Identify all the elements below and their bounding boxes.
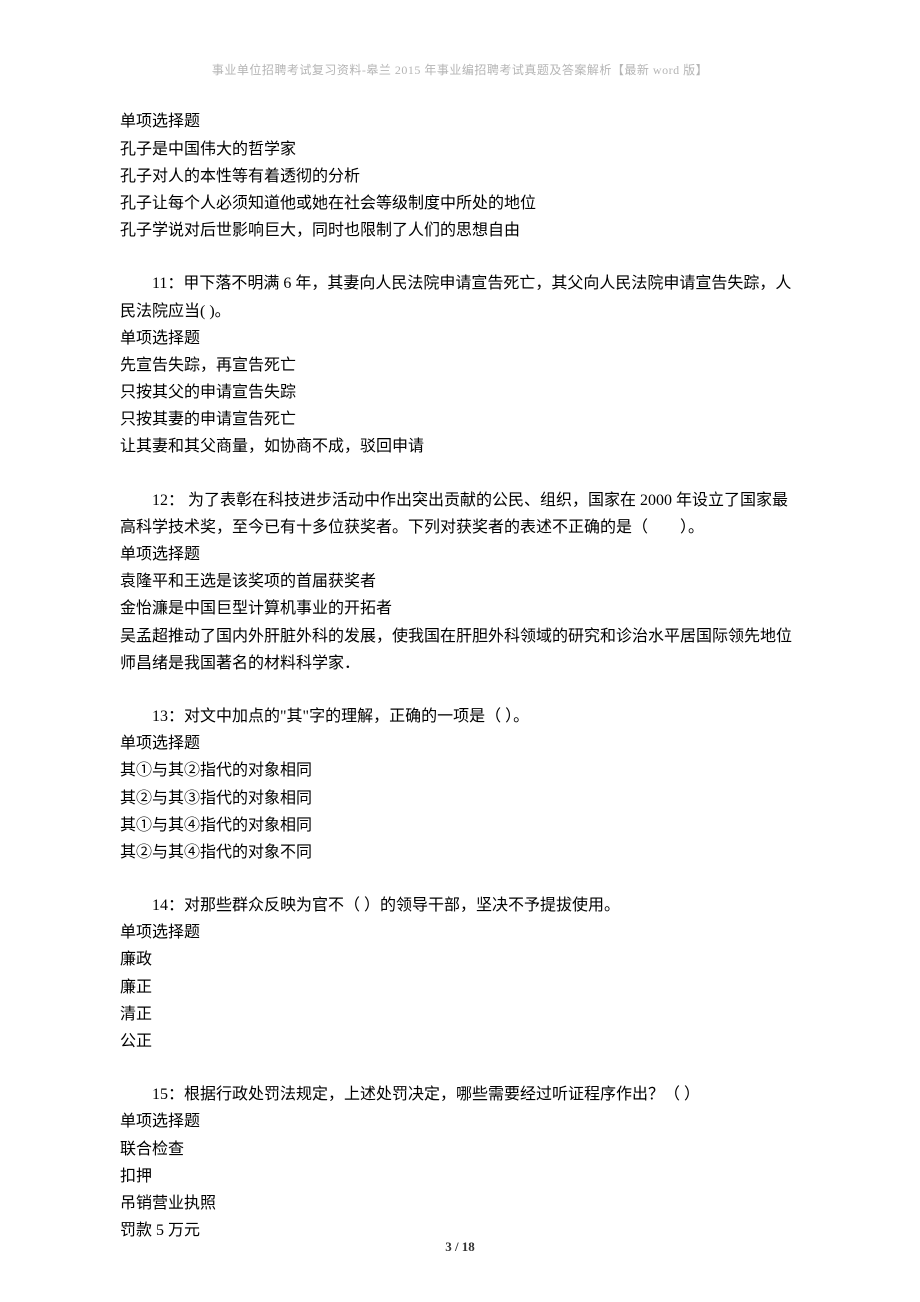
question-stem: 15：根据行政处罚法规定，上述处罚决定，哪些需要经过听证程序作出？（ ）: [120, 1081, 800, 1108]
option: 廉正: [120, 974, 800, 1001]
option: 师昌绪是我国著名的材料科学家．: [120, 650, 800, 677]
option: 吴孟超推动了国内外肝脏外科的发展，使我国在肝胆外科领域的研究和诊治水平居国际领先…: [120, 623, 800, 650]
question-stem: 14：对那些群众反映为官不（ ）的领导干部，坚决不予提拔使用。: [120, 892, 800, 919]
option: 孔子对人的本性等有着透彻的分析: [120, 163, 800, 190]
option: 袁隆平和王选是该奖项的首届获奖者: [120, 568, 800, 595]
page-number: 3 / 18: [0, 1236, 920, 1258]
option: 扣押: [120, 1163, 800, 1190]
page-header: 事业单位招聘考试复习资料-皋兰 2015 年事业编招聘考试真题及答案解析【最新 …: [120, 60, 800, 80]
question-12-block: 12： 为了表彰在科技进步活动中作出突出贡献的公民、组织，国家在 2000 年设…: [120, 487, 800, 677]
option: 公正: [120, 1028, 800, 1055]
option: 只按其妻的申请宣告死亡: [120, 406, 800, 433]
question-type: 单项选择题: [120, 541, 800, 568]
option: 其②与其③指代的对象相同: [120, 785, 800, 812]
option: 先宣告失踪，再宣告死亡: [120, 352, 800, 379]
option: 让其妻和其父商量，如协商不成，驳回申请: [120, 433, 800, 460]
question-type: 单项选择题: [120, 1108, 800, 1135]
question-type: 单项选择题: [120, 730, 800, 757]
question-stem: 13：对文中加点的"其"字的理解，正确的一项是（ ）。: [120, 703, 800, 730]
option: 孔子是中国伟大的哲学家: [120, 136, 800, 163]
question-stem: 11：甲下落不明满 6 年，其妻向人民法院申请宣告死亡，其父向人民法院申请宣告失…: [120, 270, 800, 324]
option: 其①与其④指代的对象相同: [120, 812, 800, 839]
option: 廉政: [120, 946, 800, 973]
option: 只按其父的申请宣告失踪: [120, 379, 800, 406]
question-type: 单项选择题: [120, 919, 800, 946]
question-10-block: 单项选择题 孔子是中国伟大的哲学家 孔子对人的本性等有着透彻的分析 孔子让每个人…: [120, 108, 800, 244]
option: 孔子学说对后世影响巨大，同时也限制了人们的思想自由: [120, 217, 800, 244]
option: 吊销营业执照: [120, 1190, 800, 1217]
option: 金怡濂是中国巨型计算机事业的开拓者: [120, 595, 800, 622]
document-body: 单项选择题 孔子是中国伟大的哲学家 孔子对人的本性等有着透彻的分析 孔子让每个人…: [120, 108, 800, 1244]
question-13-block: 13：对文中加点的"其"字的理解，正确的一项是（ ）。 单项选择题 其①与其②指…: [120, 703, 800, 866]
option: 联合检查: [120, 1136, 800, 1163]
question-15-block: 15：根据行政处罚法规定，上述处罚决定，哪些需要经过听证程序作出？（ ） 单项选…: [120, 1081, 800, 1244]
option: 其②与其④指代的对象不同: [120, 839, 800, 866]
question-stem: 12： 为了表彰在科技进步活动中作出突出贡献的公民、组织，国家在 2000 年设…: [120, 487, 800, 541]
option: 清正: [120, 1001, 800, 1028]
option: 孔子让每个人必须知道他或她在社会等级制度中所处的地位: [120, 190, 800, 217]
question-type: 单项选择题: [120, 325, 800, 352]
question-11-block: 11：甲下落不明满 6 年，其妻向人民法院申请宣告死亡，其父向人民法院申请宣告失…: [120, 270, 800, 460]
option: 其①与其②指代的对象相同: [120, 757, 800, 784]
question-type: 单项选择题: [120, 108, 800, 135]
question-14-block: 14：对那些群众反映为官不（ ）的领导干部，坚决不予提拔使用。 单项选择题 廉政…: [120, 892, 800, 1055]
